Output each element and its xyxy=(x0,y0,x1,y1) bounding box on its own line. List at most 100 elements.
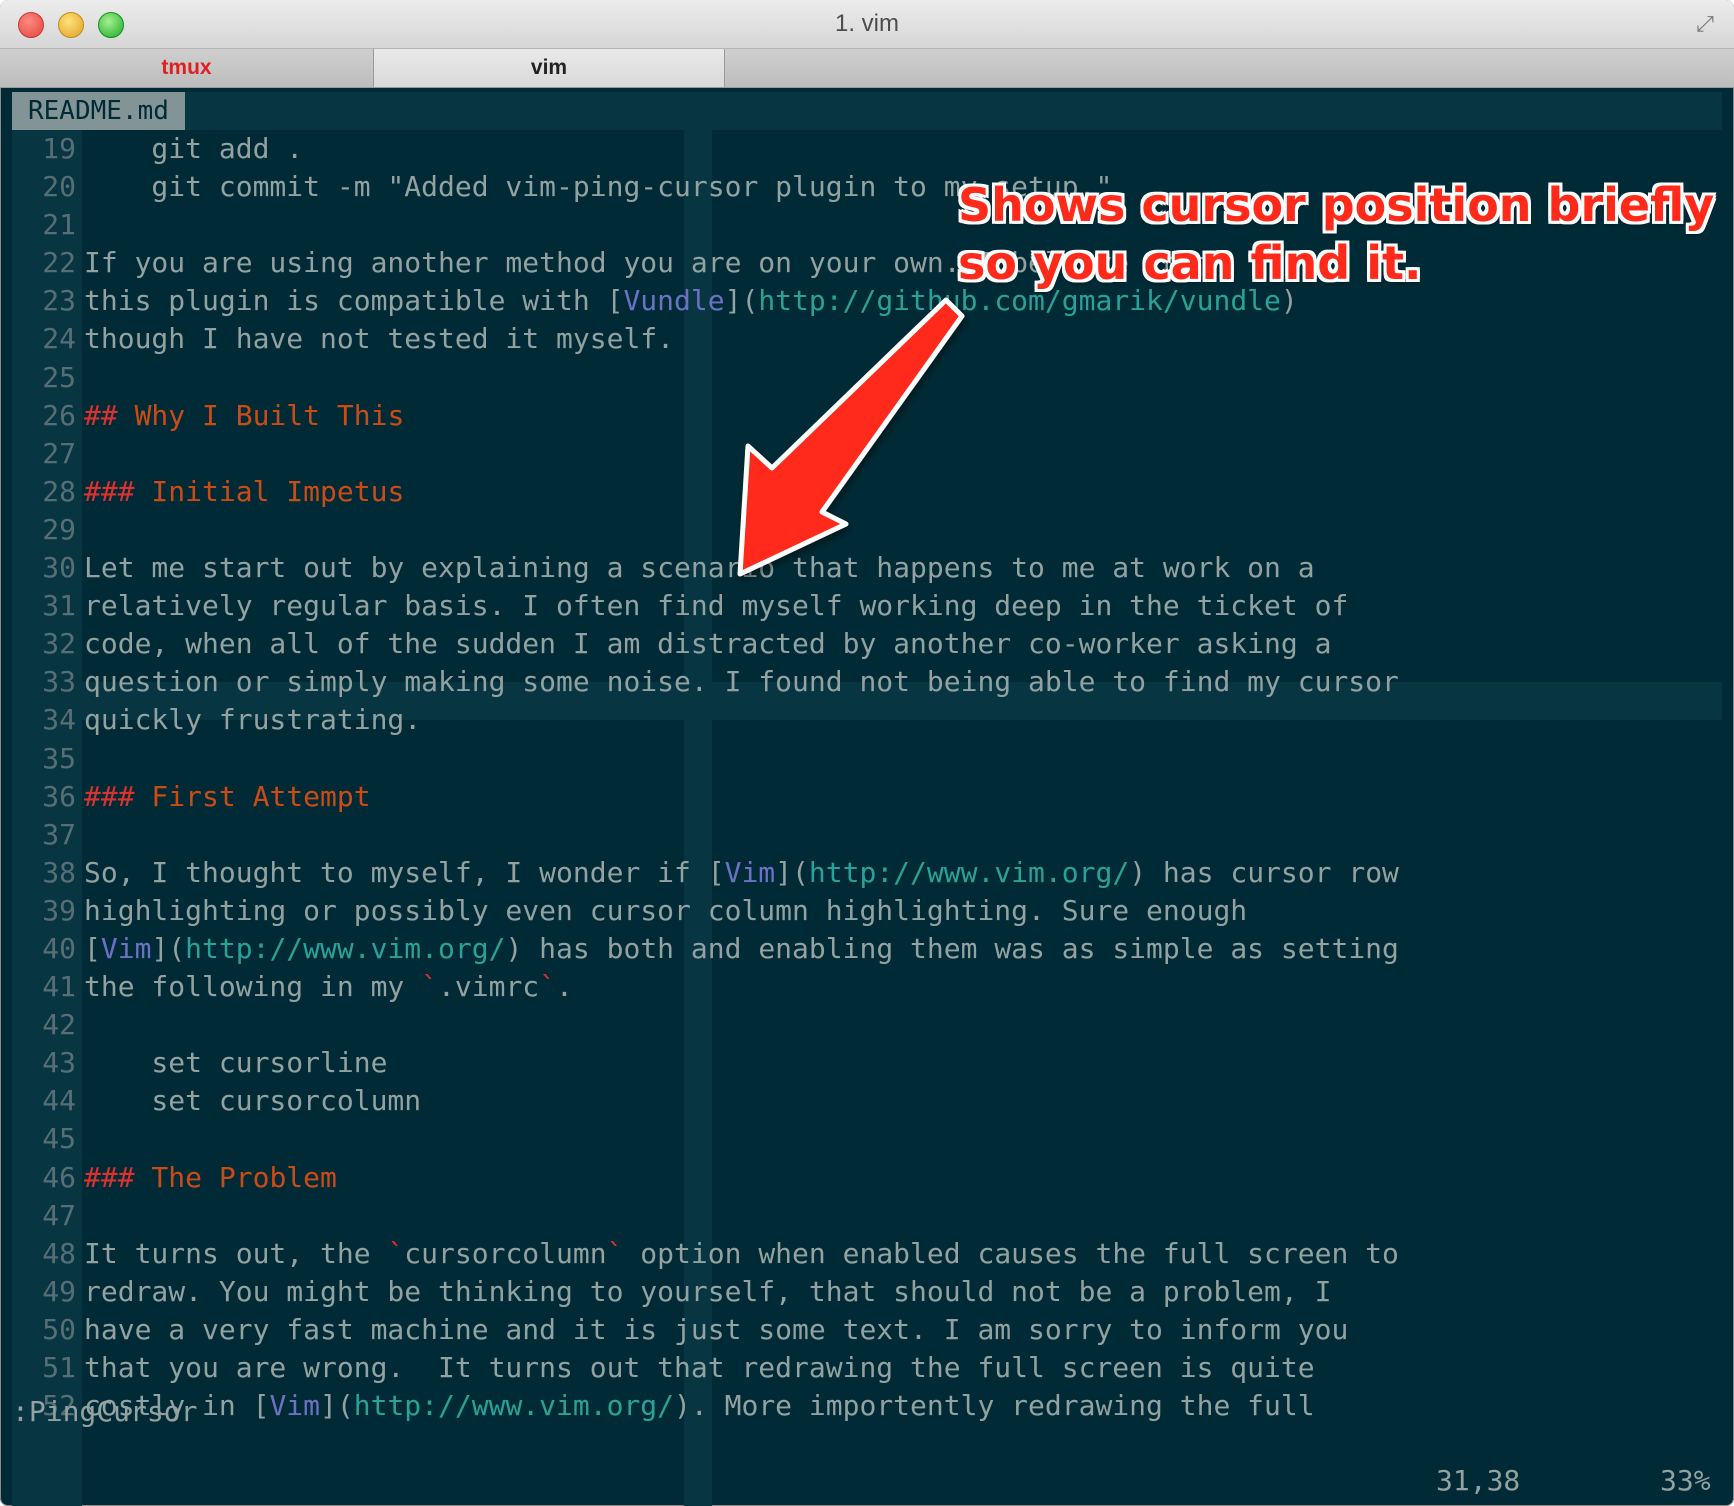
line-number: 38 xyxy=(42,855,76,889)
text-segment: Why I Built This xyxy=(117,398,405,432)
text-segment: ]( xyxy=(724,284,759,318)
buffer-line[interactable]: 40 [Vim](http://www.vim.org/) has both an… xyxy=(12,930,1722,968)
line-text: Let me start out by explaining a scenari… xyxy=(84,551,1315,584)
line-number: 20 xyxy=(42,170,76,204)
buffer-line[interactable]: 35 xyxy=(12,740,1722,778)
line-text: So, I thought to myself, I wonder if [Vi… xyxy=(84,856,1399,889)
text-segment: . xyxy=(556,970,573,1004)
buffer-line[interactable]: 26 ## Why I Built This xyxy=(12,397,1722,435)
line-text: redraw. You might be thinking to yoursel… xyxy=(84,1275,1331,1308)
line-number: 51 xyxy=(42,1351,76,1384)
line-text: highlighting or possibly even cursor col… xyxy=(84,894,1247,927)
line-text: question or simply making some noise. I … xyxy=(84,665,1399,698)
buffer-line[interactable]: 34 quickly frustrating. xyxy=(12,701,1722,739)
line-number: 45 xyxy=(42,1122,76,1156)
window-title: 1. vim xyxy=(834,10,899,37)
buffer-line[interactable]: 31 relatively regular basis. I often find… xyxy=(12,587,1722,625)
line-number: 32 xyxy=(42,627,76,661)
text-segment: .vimrc xyxy=(438,970,540,1004)
buffer-line[interactable]: 30 Let me start out by explaining a scena… xyxy=(12,549,1722,587)
buffer-line[interactable]: 46 ### The Problem xyxy=(12,1159,1722,1197)
line-number: 44 xyxy=(42,1084,76,1118)
line-text: relatively regular basis. I often find m… xyxy=(84,589,1348,622)
buffer-line[interactable]: 50 have a very fast machine and it is jus… xyxy=(12,1311,1722,1349)
text-segment: option when enabled causes the full scre… xyxy=(623,1236,1399,1270)
buffer-line[interactable]: 49 redraw. You might be thinking to yours… xyxy=(12,1273,1722,1311)
line-text: code, when all of the sudden I am distra… xyxy=(84,627,1331,660)
buffer-line[interactable]: 36 ### First Attempt xyxy=(12,778,1722,816)
fullscreen-icon[interactable]: ⤢ xyxy=(1692,12,1718,38)
line-number: 22 xyxy=(42,246,76,280)
text-segment: quickly frustrating. xyxy=(84,703,422,737)
text-segment: ) has both and enabling them was as simp… xyxy=(505,931,1399,965)
buffer-line[interactable]: 33 question or simply making some noise. … xyxy=(12,663,1722,701)
text-segment: ]( xyxy=(151,931,186,965)
buffer-lines[interactable]: 19 git add . 20 git commit -m "Added vim-… xyxy=(12,130,1722,1425)
line-number: 46 xyxy=(42,1160,76,1194)
line-number: 19 xyxy=(42,132,76,165)
buffer-line[interactable]: 32 code, when all of the sudden I am dist… xyxy=(12,625,1722,663)
line-text: set cursorcolumn xyxy=(84,1084,421,1117)
text-segment: ### xyxy=(84,474,135,508)
line-text: It turns out, the `cursorcolumn` option … xyxy=(84,1237,1399,1270)
buffer-line[interactable]: 38 So, I thought to myself, I wonder if [… xyxy=(12,854,1722,892)
line-text: git add . xyxy=(84,132,303,165)
line-number: 24 xyxy=(42,322,76,356)
line-number: 31 xyxy=(42,589,76,623)
line-number: 26 xyxy=(42,398,76,432)
buffer-line[interactable]: 39 highlighting or possibly even cursor c… xyxy=(12,892,1722,930)
buffer-line[interactable]: 28 ### Initial Impetus xyxy=(12,473,1722,511)
buffer-line[interactable]: 29 xyxy=(12,511,1722,549)
buffer-line[interactable]: 51 that you are wrong. It turns out that … xyxy=(12,1349,1722,1387)
text-segment: ` xyxy=(421,970,439,1004)
text-segment: The Problem xyxy=(134,1160,337,1194)
buffer-line[interactable]: 47 xyxy=(12,1197,1722,1235)
buffer-line[interactable]: 37 xyxy=(12,816,1722,854)
text-segment: http://www.vim.org/ xyxy=(808,855,1130,889)
text-segment: ]( xyxy=(775,855,809,889)
line-number: 21 xyxy=(42,208,76,242)
line-number: 42 xyxy=(42,1008,76,1042)
terminal-window: 1. vim ⤢ tmux vim README.md 19 git add .… xyxy=(0,0,1734,1506)
text-segment: redraw. You might be thinking to yoursel… xyxy=(84,1274,1332,1308)
text-segment: the following in my xyxy=(84,970,422,1004)
vim-editor-area[interactable]: README.md 19 git add . 20 git commit -m "… xyxy=(12,92,1722,1506)
buffer-line[interactable]: 27 xyxy=(12,435,1722,473)
text-segment: cursorcolumn xyxy=(404,1236,607,1270)
text-segment: set cursorcolumn xyxy=(84,1084,422,1118)
line-number: 37 xyxy=(42,817,76,851)
tab-tmux[interactable]: tmux xyxy=(0,49,373,87)
buffer-line[interactable]: 41 the following in my `.vimrc`. xyxy=(12,968,1722,1006)
buffer-line[interactable]: 25 xyxy=(12,359,1722,397)
buffer-line[interactable]: 43 set cursorline xyxy=(12,1044,1722,1082)
line-number: 34 xyxy=(42,703,76,737)
line-text: ### The Problem xyxy=(84,1161,337,1194)
text-segment: have a very fast machine and it is just … xyxy=(84,1312,1349,1346)
tab-vim[interactable]: vim xyxy=(373,49,725,87)
text-segment: though I have not tested it myself. xyxy=(84,322,675,356)
buffer-tab-readme[interactable]: README.md xyxy=(12,92,185,130)
buffer-line[interactable]: 42 xyxy=(12,1006,1722,1044)
line-number: 35 xyxy=(42,741,76,775)
buffer-line[interactable]: 45 xyxy=(12,1120,1722,1158)
text-segment: [ xyxy=(84,931,101,965)
text-segment: highlighting or possibly even cursor col… xyxy=(84,893,1248,927)
text-segment: First Attempt xyxy=(134,779,371,813)
text-segment: question or simply making some noise. I … xyxy=(84,665,1399,699)
text-segment: http://www.vim.org/ xyxy=(185,931,506,965)
title-bar[interactable]: 1. vim ⤢ xyxy=(0,0,1734,49)
command-line[interactable]: :PingCursor xyxy=(12,1392,1722,1432)
buffer-line[interactable]: 24 though I have not tested it myself. xyxy=(12,320,1722,358)
text-segment: relatively regular basis. I often find m… xyxy=(84,589,1349,623)
text-segment: ` xyxy=(539,970,557,1004)
line-number: 36 xyxy=(42,779,76,813)
text-segment: Vim xyxy=(100,931,152,965)
line-number: 39 xyxy=(42,893,76,927)
line-number: 28 xyxy=(42,474,76,508)
text-buffer[interactable]: 19 git add . 20 git commit -m "Added vim-… xyxy=(12,130,1722,1506)
buffer-line[interactable]: 48 It turns out, the `cursorcolumn` optio… xyxy=(12,1235,1722,1273)
line-text: quickly frustrating. xyxy=(84,703,421,736)
buffer-line[interactable]: 44 set cursorcolumn xyxy=(12,1082,1722,1120)
annotation-callout: Shows cursor position briefly so you can… xyxy=(958,176,1718,292)
buffer-line[interactable]: 19 git add . xyxy=(12,130,1722,168)
